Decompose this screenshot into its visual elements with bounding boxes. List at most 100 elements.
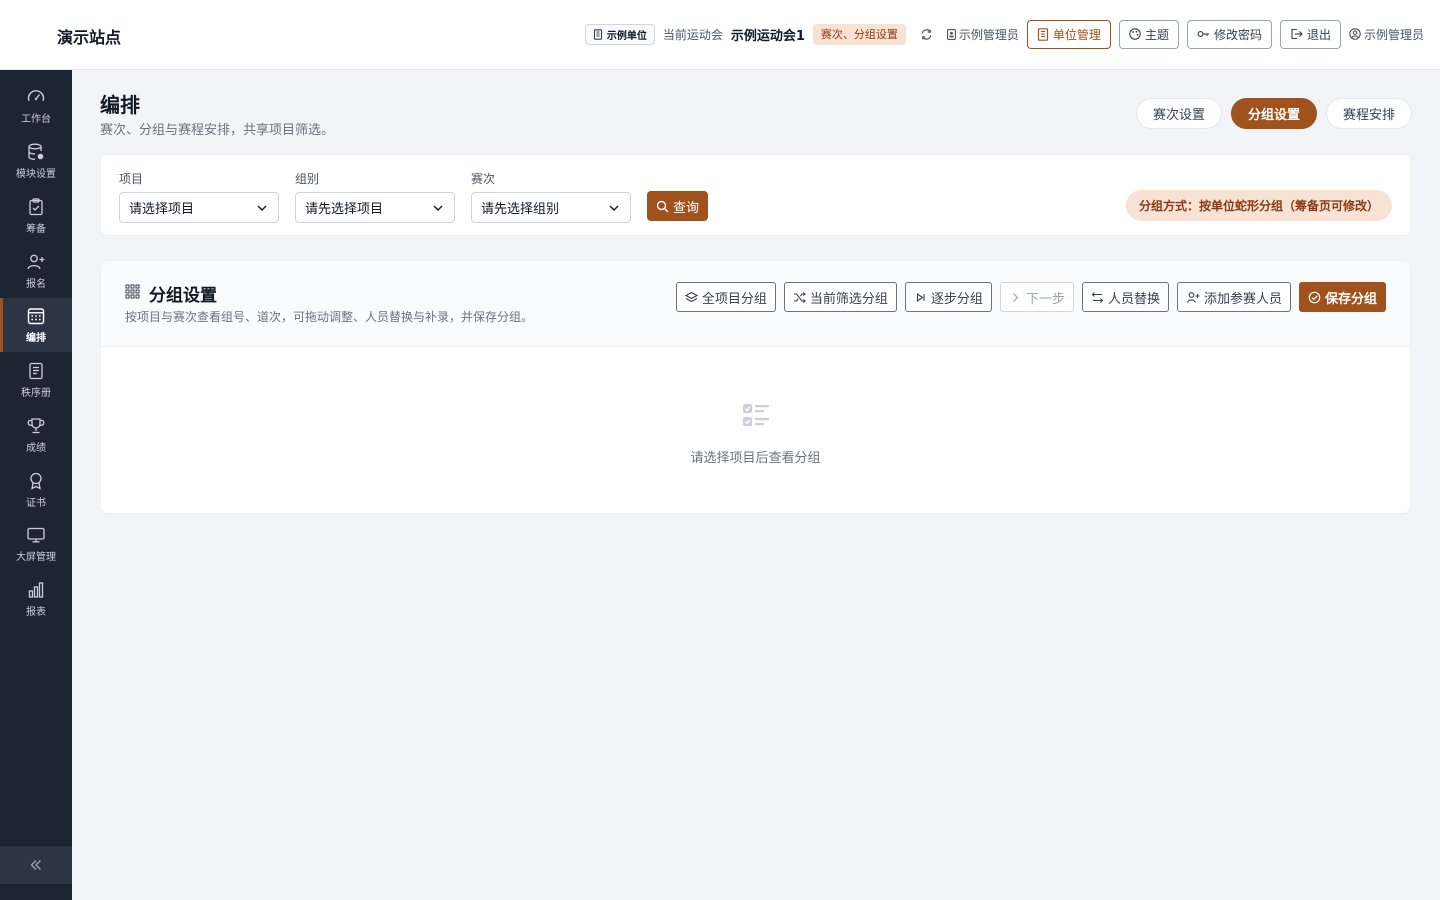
- group-filter: 组别 请先选择项目: [295, 170, 455, 223]
- user-role-label: 示例管理员: [958, 27, 1019, 42]
- step-group-label: 逐步分组: [930, 291, 983, 307]
- sidebar-item-label: 证书: [26, 498, 46, 509]
- sidebar-item-modules[interactable]: 模块设置: [0, 134, 72, 188]
- event-filter-label: 项目: [119, 172, 144, 186]
- sidebar-item-results[interactable]: 成绩: [0, 408, 72, 462]
- gauge-icon: [27, 90, 45, 102]
- top-bar: 演示站点 示例单位 当前运动会 示例运动会1 赛次、分组设置 示例管理员 单位管…: [0, 0, 1440, 70]
- add-participant-label: 添加参赛人员: [1203, 291, 1282, 307]
- sidebar-item-label: 成绩: [26, 443, 46, 454]
- unit-chip-label: 示例单位: [606, 30, 647, 42]
- username-label: 示例管理员: [1363, 27, 1424, 42]
- event-select[interactable]: 请选择项目: [119, 192, 279, 223]
- chevron-down-icon: [609, 205, 619, 211]
- user-circle-icon: [1349, 28, 1361, 40]
- group-filter-label: 组别: [295, 172, 320, 186]
- current-meet-label: 当前运动会: [662, 27, 723, 42]
- next-step-button[interactable]: 下一步: [999, 282, 1074, 312]
- query-button[interactable]: 查询: [647, 191, 709, 221]
- replace-person-button[interactable]: 人员替换: [1081, 282, 1169, 312]
- sidebar-item-program-book[interactable]: 秩序册: [0, 353, 72, 407]
- theme-label: 主题: [1144, 27, 1169, 42]
- group-actions: 全项目分组 当前筛选分组 逐步分组 下一步 人员替换 添加参赛人员 保存分组: [675, 282, 1386, 312]
- refresh-icon[interactable]: [920, 28, 933, 41]
- check-circle-icon: [1308, 291, 1321, 303]
- add-participant-button[interactable]: 添加参赛人员: [1176, 282, 1291, 312]
- round-filter-label: 赛次: [471, 172, 496, 186]
- chevrons-left-icon: [30, 860, 41, 870]
- badge-icon: [946, 28, 956, 40]
- sidebar-item-label: 工作台: [21, 114, 51, 125]
- layers-icon: [684, 291, 698, 302]
- page-title: 编排: [100, 93, 140, 117]
- building-icon: [1037, 27, 1049, 41]
- theme-button[interactable]: 主题: [1118, 19, 1179, 49]
- round-filter: 赛次 请先选择组别: [471, 170, 631, 223]
- chevron-right-icon: [1013, 292, 1019, 302]
- sidebar-item-label: 大屏管理: [16, 552, 56, 563]
- group-select-value: 请先选择项目: [305, 202, 384, 217]
- arrange-tabs: 赛次设置 分组设置 赛程安排: [1135, 98, 1412, 129]
- sidebar-item-certificate[interactable]: 证书: [0, 463, 72, 517]
- grid-icon: [125, 284, 140, 299]
- sidebar-collapse-button[interactable]: [0, 846, 72, 884]
- checklist-icon: [743, 404, 769, 426]
- tab-schedule[interactable]: 赛程安排: [1325, 98, 1412, 129]
- clipboard-icon: [29, 198, 43, 216]
- unit-chip[interactable]: 示例单位: [584, 23, 655, 45]
- save-group-button[interactable]: 保存分组: [1298, 282, 1386, 312]
- chevron-down-icon: [257, 205, 267, 211]
- user-plus-icon: [1186, 291, 1200, 303]
- current-filter-group-button[interactable]: 当前筛选分组: [783, 282, 897, 312]
- key-icon: [1197, 31, 1209, 37]
- logout-label: 退出: [1306, 27, 1331, 42]
- event-filter: 项目 请选择项目: [119, 170, 279, 223]
- sidebar-item-screen-manage[interactable]: 大屏管理: [0, 517, 72, 571]
- context-tag: 赛次、分组设置: [812, 23, 906, 45]
- calendar-grid-icon: [27, 308, 45, 325]
- step-group-button[interactable]: 逐步分组: [904, 282, 992, 312]
- page-subtitle: 赛次、分组与赛程安排，共享项目筛选。: [100, 123, 335, 138]
- sidebar-item-arrange[interactable]: 编排: [0, 298, 72, 352]
- unit-manage-label: 单位管理: [1052, 27, 1101, 42]
- sidebar-item-label: 筹备: [26, 224, 46, 235]
- save-group-label: 保存分组: [1324, 291, 1377, 307]
- round-select-value: 请先选择组别: [481, 202, 560, 217]
- filter-card: 项目 请选择项目 组别 请先选择项目 赛次 请先选择组别 查询 分组方式：按单位…: [100, 154, 1411, 236]
- database-icon: [28, 143, 44, 160]
- sidebar-item-prepare[interactable]: 筹备: [0, 189, 72, 243]
- user-role: 示例管理员: [946, 26, 1019, 43]
- building-icon: [593, 28, 602, 40]
- bar-chart-icon: [28, 582, 44, 598]
- search-icon: [656, 200, 669, 212]
- sidebar-item-reports[interactable]: 报表: [0, 572, 72, 626]
- replace-person-label: 人员替换: [1107, 291, 1160, 307]
- all-events-group-button[interactable]: 全项目分组: [675, 282, 776, 312]
- current-meet-name[interactable]: 示例运动会1: [731, 25, 805, 44]
- shuffle-icon: [793, 291, 806, 303]
- round-select[interactable]: 请先选择组别: [471, 192, 631, 223]
- sidebar-item-workbench[interactable]: 工作台: [0, 79, 72, 133]
- change-password-button[interactable]: 修改密码: [1186, 19, 1272, 49]
- sidebar: 工作台 模块设置 筹备 报名 编排 秩序册 成绩 证书 大屏管理 报表: [0, 70, 72, 900]
- group-settings-header: 分组设置 按项目与赛次查看组号、道次，可拖动调整、人员替换与补录，并保存分组。 …: [101, 261, 1410, 347]
- trophy-icon: [27, 418, 45, 434]
- logout-icon: [1291, 28, 1303, 40]
- sidebar-item-label: 报表: [26, 607, 46, 618]
- query-label: 查询: [673, 200, 700, 216]
- logout-button[interactable]: 退出: [1279, 19, 1341, 49]
- grouping-mode-chip: 分组方式：按单位蛇形分组（筹备页可修改）: [1125, 190, 1392, 221]
- step-forward-icon: [916, 292, 925, 302]
- empty-state-text: 请选择项目后查看分组: [690, 451, 821, 466]
- all-events-group-label: 全项目分组: [701, 291, 767, 307]
- monitor-icon: [27, 527, 45, 543]
- book-icon: [29, 362, 43, 380]
- tab-round-settings[interactable]: 赛次设置: [1135, 98, 1222, 129]
- award-icon: [30, 472, 42, 490]
- user-account[interactable]: 示例管理员: [1349, 26, 1424, 43]
- current-filter-group-label: 当前筛选分组: [809, 291, 888, 307]
- sidebar-item-signup[interactable]: 报名: [0, 244, 72, 298]
- group-select[interactable]: 请先选择项目: [295, 192, 455, 223]
- unit-manage-button[interactable]: 单位管理: [1026, 19, 1111, 49]
- tab-group-settings[interactable]: 分组设置: [1230, 98, 1317, 129]
